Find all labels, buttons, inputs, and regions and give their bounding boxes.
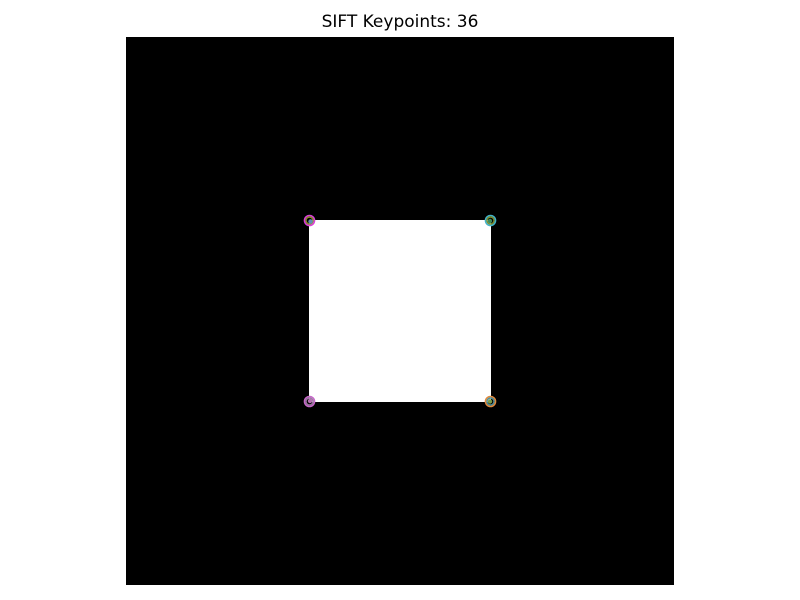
keypoint-center xyxy=(307,398,313,404)
figure: SIFT Keypoints: 36 xyxy=(0,0,800,600)
keypoint-marker xyxy=(303,395,316,408)
white-square xyxy=(309,220,491,402)
keypoint-marker xyxy=(484,395,497,408)
keypoint-center xyxy=(487,218,493,224)
keypoint-marker xyxy=(303,214,316,227)
keypoint-center xyxy=(487,399,493,404)
keypoint-marker xyxy=(484,214,497,227)
image-canvas xyxy=(126,37,674,585)
figure-title: SIFT Keypoints: 36 xyxy=(321,12,479,32)
keypoint-center xyxy=(308,219,313,224)
